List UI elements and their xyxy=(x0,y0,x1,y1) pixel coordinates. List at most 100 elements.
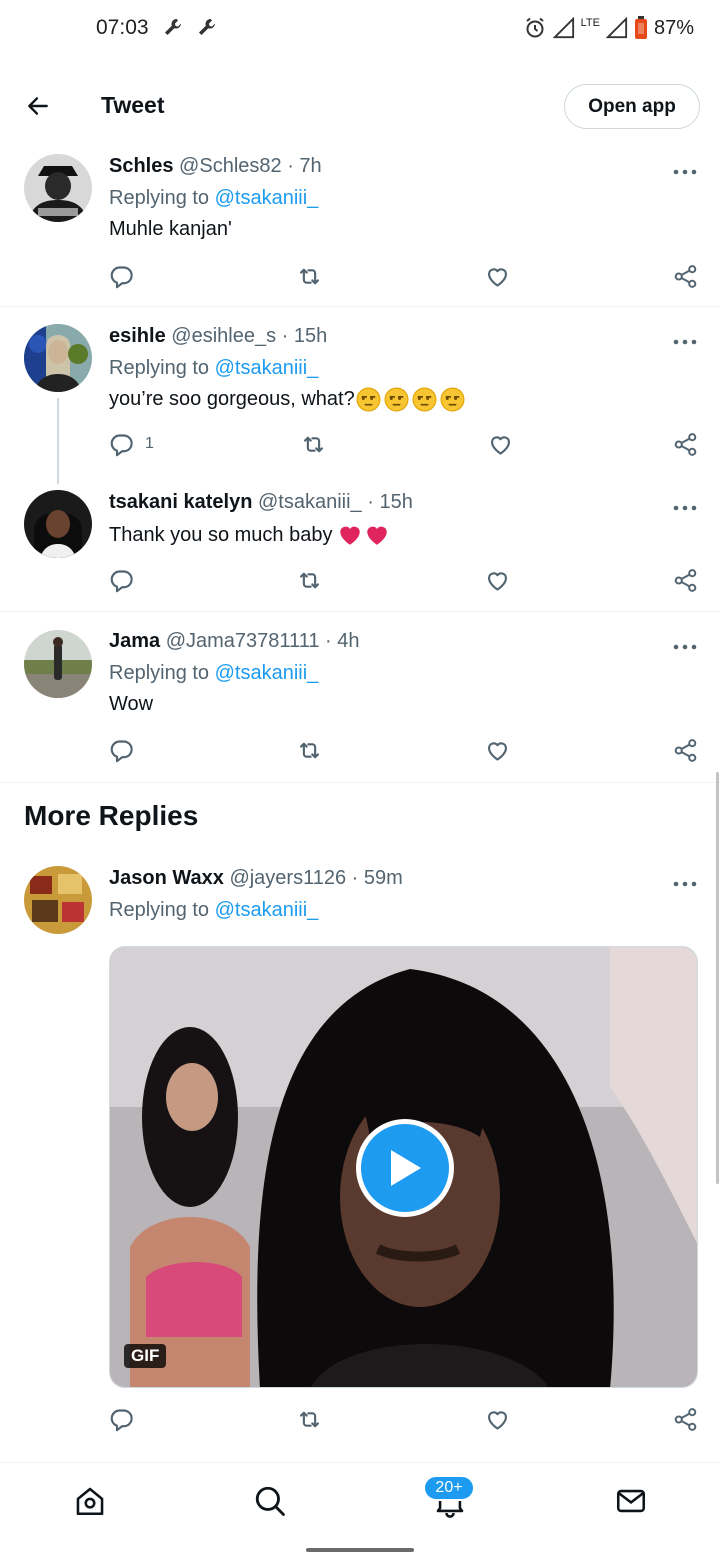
rolling-eyes-emoji-icon xyxy=(412,387,437,412)
tweet-text: you’re soo gorgeous, what? xyxy=(109,387,465,412)
retweet-button[interactable] xyxy=(296,565,323,595)
wrench-icon xyxy=(196,16,220,40)
avatar[interactable] xyxy=(24,866,92,934)
more-button[interactable] xyxy=(672,164,698,174)
rolling-eyes-emoji-icon xyxy=(384,387,409,412)
like-icon xyxy=(484,263,511,290)
tweet-author-line: esihle @esihlee_s · 15h xyxy=(109,325,327,348)
retweet-button[interactable] xyxy=(300,429,327,459)
author-handle: @tsakaniii_ xyxy=(257,491,362,513)
gesture-bar[interactable] xyxy=(306,1548,414,1552)
play-button[interactable] xyxy=(356,1119,454,1217)
reply-button[interactable] xyxy=(108,1404,135,1434)
tweet-actions xyxy=(108,261,700,291)
replying-label: Replying to xyxy=(109,899,215,921)
share-button[interactable] xyxy=(672,735,699,765)
gif-media[interactable]: GIF xyxy=(109,946,698,1388)
replying-label: Replying to xyxy=(109,187,215,209)
nav-home[interactable] xyxy=(72,1483,108,1519)
reply-button[interactable] xyxy=(108,565,135,595)
rolling-eyes-emoji-icon xyxy=(440,387,465,412)
avatar[interactable] xyxy=(24,490,92,558)
more-button[interactable] xyxy=(672,876,698,886)
replying-handle[interactable]: @tsakaniii_ xyxy=(215,899,319,921)
replying-to: Replying to @tsakaniii_ xyxy=(109,357,318,380)
retweet-button[interactable] xyxy=(296,735,323,765)
replying-handle[interactable]: @tsakaniii_ xyxy=(215,357,319,379)
avatar[interactable] xyxy=(24,324,92,392)
author-name[interactable]: Jason Waxx xyxy=(109,867,224,889)
author-name[interactable]: tsakani katelyn xyxy=(109,491,252,513)
page-title: Tweet xyxy=(101,92,165,118)
share-button[interactable] xyxy=(672,261,699,291)
replying-to: Replying to @tsakaniii_ xyxy=(109,187,318,210)
tweet-text: Thank you so much baby xyxy=(109,522,390,548)
tweet-time: · 59m xyxy=(351,867,403,889)
replying-to: Replying to @tsakaniii_ xyxy=(109,899,318,922)
retweet-icon xyxy=(296,737,323,764)
status-notification-icons xyxy=(162,16,220,40)
share-button[interactable] xyxy=(672,565,699,595)
more-button[interactable] xyxy=(672,334,698,344)
replying-handle[interactable]: @tsakaniii_ xyxy=(215,662,319,684)
nav-messages[interactable] xyxy=(613,1483,649,1519)
like-icon xyxy=(484,737,511,764)
reply-icon xyxy=(108,737,135,764)
author-handle: @Schles82 xyxy=(179,155,282,177)
thread-connector xyxy=(57,398,59,484)
retweet-icon xyxy=(296,567,323,594)
author-handle: @Jama73781111 xyxy=(165,630,320,652)
reply-tweet[interactable]: tsakani katelyn @tsakaniii_ · 15h Thank … xyxy=(0,478,720,612)
tweet-author-line: Schles @Schles82 · 7h xyxy=(109,155,322,178)
mail-icon xyxy=(616,1489,646,1513)
share-icon xyxy=(672,737,699,764)
author-name[interactable]: Jama xyxy=(109,630,160,652)
like-button[interactable] xyxy=(487,429,514,459)
retweet-button[interactable] xyxy=(296,261,323,291)
more-icon xyxy=(672,879,698,889)
like-button[interactable] xyxy=(484,1404,511,1434)
reply-button[interactable] xyxy=(108,735,135,765)
avatar[interactable] xyxy=(24,630,92,698)
reply-button[interactable]: 1 xyxy=(108,429,154,459)
battery-icon xyxy=(634,16,647,39)
like-button[interactable] xyxy=(484,261,511,291)
tweet-text: Muhle kanjan' xyxy=(109,218,232,240)
author-name[interactable]: Schles xyxy=(109,155,173,177)
retweet-icon xyxy=(296,1406,323,1433)
back-button[interactable] xyxy=(22,90,54,122)
more-icon xyxy=(672,167,698,177)
tweet-header: Tweet Open app xyxy=(0,76,720,138)
replying-handle[interactable]: @tsakaniii_ xyxy=(215,187,319,209)
rolling-eyes-emoji-icon xyxy=(356,387,381,412)
reply-icon xyxy=(108,567,135,594)
tweet-actions: 1 xyxy=(108,429,700,459)
more-button[interactable] xyxy=(672,639,698,649)
more-button[interactable] xyxy=(672,500,698,510)
author-handle: @jayers1126 xyxy=(229,867,347,889)
arrow-left-icon xyxy=(28,97,48,115)
retweet-icon xyxy=(300,431,327,458)
author-name[interactable]: esihle xyxy=(109,325,166,347)
network-type: LTE xyxy=(580,17,600,29)
reply-tweet[interactable]: esihle @esihlee_s · 15h Replying to @tsa… xyxy=(0,310,720,484)
like-icon xyxy=(484,567,511,594)
nav-search[interactable] xyxy=(252,1483,288,1519)
like-button[interactable] xyxy=(484,565,511,595)
tweet-text-content: Thank you so much baby xyxy=(109,523,333,546)
divider xyxy=(0,306,720,307)
scrollbar[interactable] xyxy=(716,772,719,1184)
reply-button[interactable] xyxy=(108,261,135,291)
avatar[interactable] xyxy=(24,154,92,222)
replying-label: Replying to xyxy=(109,357,215,379)
share-button[interactable] xyxy=(672,429,699,459)
like-button[interactable] xyxy=(484,735,511,765)
reply-tweet[interactable]: Schles @Schles82 · 7h Replying to @tsaka… xyxy=(0,140,720,307)
tweet-author-line: Jama @Jama73781111 · 4h xyxy=(109,630,360,653)
share-button[interactable] xyxy=(672,1404,699,1434)
reply-tweet[interactable]: Jama @Jama73781111 · 4h Replying to @tsa… xyxy=(0,614,720,783)
retweet-button[interactable] xyxy=(296,1404,323,1434)
tweet-actions xyxy=(108,565,700,595)
red-heart-emoji-icon xyxy=(364,522,390,548)
open-app-button[interactable]: Open app xyxy=(564,84,700,129)
